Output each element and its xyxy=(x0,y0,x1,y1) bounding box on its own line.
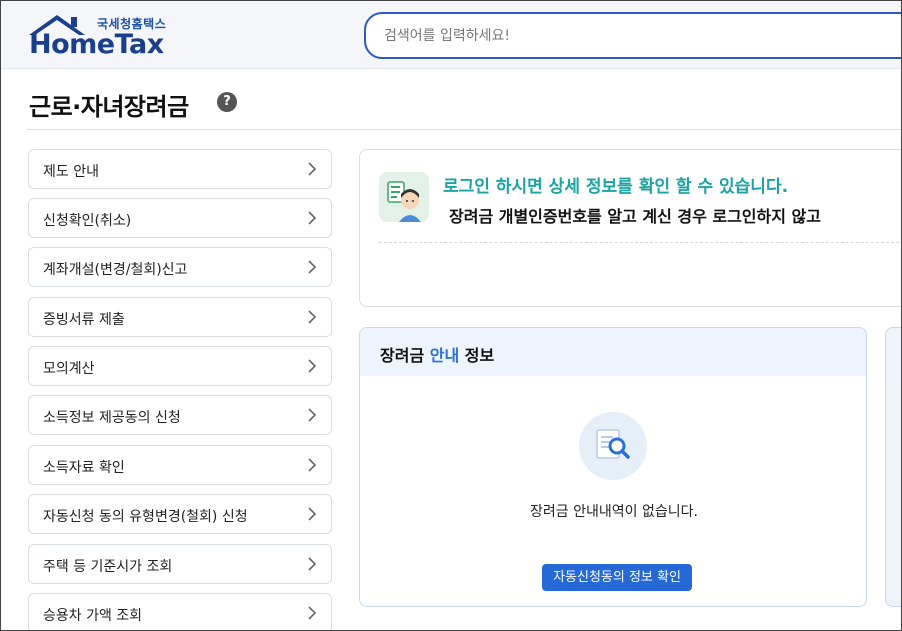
card-title-accent: 안내 xyxy=(429,346,460,365)
empty-state-message: 장려금 안내내역이 없습니다. xyxy=(530,504,698,520)
search-input[interactable] xyxy=(384,26,884,46)
sidebar-item-label: 주택 등 기준시가 조회 xyxy=(43,559,173,575)
hometax-page: 국세청홈택스 HomeTax 근로·자녀장려금 ? 제도 안내 신청확인(취소)… xyxy=(0,0,902,631)
auto-consent-info-button[interactable]: 자동신청동의 정보 확인 xyxy=(542,564,692,591)
incentive-info-card: 장려금 안내 정보 장려금 안내내역이 없습니다. 자동신청동의 정보 확인 xyxy=(359,327,867,607)
chevron-right-icon xyxy=(308,458,317,472)
chevron-right-icon xyxy=(308,408,317,422)
chevron-right-icon xyxy=(308,507,317,521)
chevron-right-icon xyxy=(308,310,317,324)
sidebar-item-label: 자동신청 동의 유형변경(철회) 신청 xyxy=(43,509,248,525)
login-notice-subtitle: 장려금 개별인증번호를 알고 계신 경우 로그인하지 않고 xyxy=(449,207,821,226)
chevron-right-icon xyxy=(308,359,317,373)
sidebar-item-housing-price[interactable]: 주택 등 기준시가 조회 xyxy=(28,544,332,584)
person-document-icon xyxy=(379,172,429,222)
chevron-right-icon xyxy=(308,162,317,176)
login-notice-title: 로그인 하시면 상세 정보를 확인 할 수 있습니다. xyxy=(443,177,789,197)
chevron-right-icon xyxy=(308,211,317,225)
sidebar-item-label: 증빙서류 제출 xyxy=(43,312,125,328)
sidebar-item-application-check[interactable]: 신청확인(취소) xyxy=(28,198,332,238)
sidebar-item-account-report[interactable]: 계좌개설(변경/철회)신고 xyxy=(28,247,332,287)
chevron-right-icon xyxy=(308,606,317,620)
sidebar-item-auto-consent-change[interactable]: 자동신청 동의 유형변경(철회) 신청 xyxy=(28,494,332,534)
top-header: 국세청홈택스 HomeTax xyxy=(1,1,901,69)
sidebar-item-income-consent[interactable]: 소득정보 제공동의 신청 xyxy=(28,395,332,435)
sidebar-item-label: 소득정보 제공동의 신청 xyxy=(43,410,181,426)
sidebar-item-simulation[interactable]: 모의계산 xyxy=(28,346,332,386)
chevron-right-icon xyxy=(308,260,317,274)
sidebar-item-label: 모의계산 xyxy=(43,361,95,377)
search-box[interactable] xyxy=(364,12,901,59)
sidebar-item-document-submit[interactable]: 증빙서류 제출 xyxy=(28,297,332,337)
chevron-right-icon xyxy=(308,557,317,571)
title-divider xyxy=(27,129,901,130)
card-title: 장려금 안내 정보 xyxy=(380,342,494,366)
hometax-logo[interactable]: 국세청홈택스 HomeTax xyxy=(27,11,177,61)
sidebar-item-label: 소득자료 확인 xyxy=(43,460,125,476)
login-notice-card: 로그인 하시면 상세 정보를 확인 할 수 있습니다. 장려금 개별인증번호를 … xyxy=(359,149,901,307)
document-search-icon xyxy=(579,412,647,480)
page-title: 근로·자녀장려금 xyxy=(29,93,189,121)
sidebar-item-income-check[interactable]: 소득자료 확인 xyxy=(28,445,332,485)
sidebar-item-system-guide[interactable]: 제도 안내 xyxy=(28,149,332,189)
card-title-prefix: 장려금 xyxy=(380,346,430,365)
logo-title: HomeTax xyxy=(29,29,164,60)
sidebar-item-label: 승용차 가액 조회 xyxy=(43,608,143,624)
dashed-divider xyxy=(379,242,901,243)
secondary-card xyxy=(885,327,901,607)
sidebar-item-car-price[interactable]: 승용차 가액 조회 xyxy=(28,593,332,630)
sidebar-item-label: 신청확인(취소) xyxy=(43,213,132,229)
question-circle-icon[interactable]: ? xyxy=(217,92,237,112)
sidebar-item-label: 계좌개설(변경/철회)신고 xyxy=(43,262,188,278)
card-title-suffix: 정보 xyxy=(459,346,495,365)
card-header: 장려금 안내 정보 xyxy=(360,328,866,376)
sidebar-item-label: 제도 안내 xyxy=(43,164,99,180)
